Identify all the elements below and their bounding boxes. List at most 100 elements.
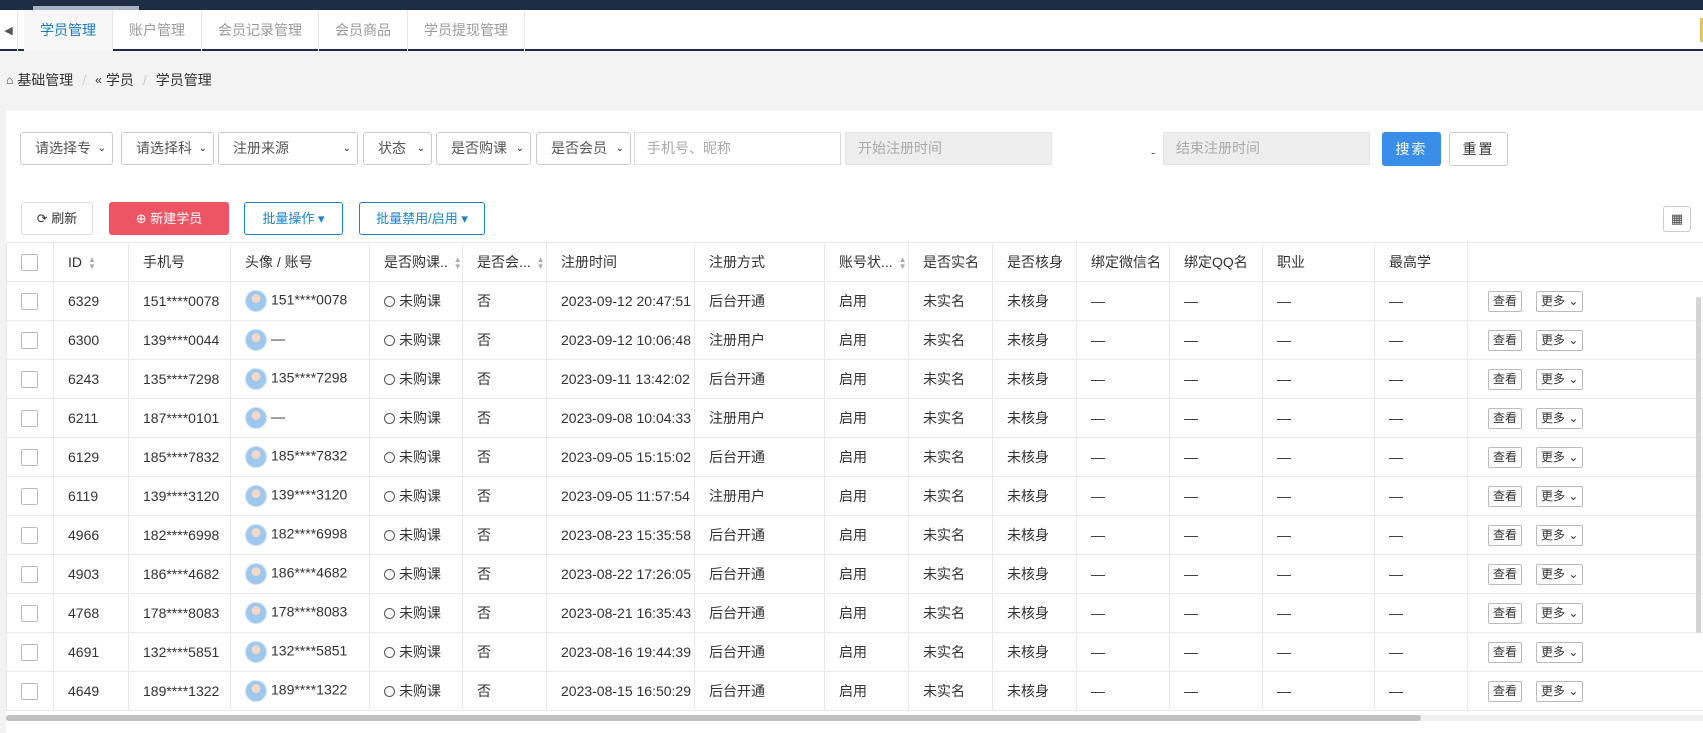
tab-0[interactable]: 学员管理 — [24, 10, 113, 51]
select-all-checkbox[interactable] — [21, 253, 38, 271]
cell-job: — — [1262, 320, 1375, 360]
more-dropdown-button[interactable]: 更多 ⌄ — [1536, 680, 1584, 702]
table-row[interactable]: 4966 182****6998 182****6998 未购课否 2023-08-23… — [6, 515, 1703, 555]
start-date-input[interactable]: 开始注册时间 — [845, 132, 1052, 165]
keyword-input[interactable]: 手机号、昵称 — [634, 132, 841, 165]
row-checkbox-cell — [6, 281, 54, 321]
cell-edu: — — [1374, 437, 1468, 477]
view-button[interactable]: 查看 — [1488, 563, 1523, 585]
major-select[interactable]: 请选择专 ⌄ — [20, 132, 113, 165]
table-row[interactable]: 6211 187****0101 — 未购课 否 2023-09-08 10:04:33 注… — [6, 398, 1703, 438]
table-row[interactable]: 6329 151****0078 151****0078 未购课否 2023-09-12… — [6, 281, 1703, 321]
sort-icon[interactable]: ▲ ▼ — [88, 256, 96, 271]
status-select[interactable]: 状态 ⌄ — [363, 132, 432, 165]
more-dropdown-button[interactable]: 更多 ⌄ — [1536, 290, 1584, 312]
column-header-id[interactable]: ID ▲ ▼ — [53, 242, 129, 282]
view-button[interactable]: 查看 — [1488, 641, 1523, 663]
column-header-account-status[interactable]: 账号状... ▲ ▼ — [824, 242, 909, 282]
more-dropdown-button[interactable]: 更多 ⌄ — [1536, 563, 1584, 585]
view-button[interactable]: 查看 — [1488, 329, 1523, 351]
tab-4[interactable]: 学员提现管理 — [408, 10, 525, 51]
cell-member: 否 — [462, 515, 547, 555]
more-dropdown-button[interactable]: 更多 ⌄ — [1536, 602, 1584, 624]
table-row[interactable]: 4903 186****4682 186****4682 未购课否 2023-08-22… — [6, 554, 1703, 594]
table-row[interactable]: 4768 178****8083 178****8083 未购课否 2023-08-21… — [6, 593, 1703, 633]
more-dropdown-button[interactable]: 更多 ⌄ — [1536, 485, 1584, 507]
cell-realname: 未实名 — [908, 515, 993, 555]
purchase-select[interactable]: 是否购课 ⌄ — [436, 132, 531, 165]
view-button[interactable]: 查看 — [1488, 602, 1523, 624]
cell-realname: 未实名 — [908, 398, 993, 438]
row-checkbox[interactable] — [21, 565, 38, 583]
tab-2[interactable]: 会员记录管理 — [202, 10, 319, 51]
row-checkbox[interactable] — [21, 604, 38, 622]
cell-member: 否 — [462, 398, 547, 438]
row-checkbox[interactable] — [21, 448, 38, 466]
view-button[interactable]: 查看 — [1488, 407, 1523, 429]
tab-1[interactable]: 账户管理 — [113, 10, 202, 51]
row-checkbox[interactable] — [21, 409, 38, 427]
view-button[interactable]: 查看 — [1488, 680, 1523, 702]
table-row[interactable]: 4691 132****5851 132****5851 未购课否 2023-08-16… — [6, 632, 1703, 672]
end-date-input[interactable]: 结束注册时间 — [1163, 132, 1370, 165]
sort-icon[interactable]: ▲ ▼ — [454, 256, 462, 271]
breadcrumb-item-student[interactable]: 学员 — [106, 70, 134, 90]
table-row[interactable]: 6119 139****3120 139****3120 未购课否 2023-09-05… — [6, 476, 1703, 516]
search-button[interactable]: 搜索 — [1382, 132, 1441, 166]
more-dropdown-button[interactable]: 更多 ⌄ — [1536, 407, 1584, 429]
breadcrumb-item-base[interactable]: 基础管理 — [17, 70, 73, 90]
subject-select[interactable]: 请选择科 ⌄ — [121, 132, 214, 165]
row-checkbox[interactable] — [21, 682, 38, 700]
batch-operation-button[interactable]: 批量操作 ▾ — [244, 202, 343, 235]
horizontal-scrollbar-thumb[interactable] — [6, 715, 1421, 721]
more-dropdown-button[interactable]: 更多 ⌄ — [1536, 524, 1584, 546]
view-button[interactable]: 查看 — [1488, 524, 1523, 546]
refresh-button[interactable]: ⟳ 刷新 — [21, 202, 93, 235]
more-dropdown-button[interactable]: 更多 ⌄ — [1536, 329, 1584, 351]
table-row[interactable]: 4649 189****1322 189****1322 未购课否 2023-08-15… — [6, 671, 1703, 711]
batch-ban-button[interactable]: 批量禁用/启用 ▾ — [359, 202, 485, 235]
cell-account: 135****7298 — [230, 359, 370, 399]
radio-circle-icon — [384, 608, 395, 619]
row-checkbox[interactable] — [21, 643, 38, 661]
more-dropdown-button[interactable]: 更多 ⌄ — [1536, 368, 1584, 390]
columns-toggle-icon[interactable]: ▦ — [1663, 206, 1691, 232]
register-source-select[interactable]: 注册来源 ⌄ — [218, 132, 358, 165]
member-select[interactable]: 是否会员 ⌄ — [536, 132, 631, 165]
row-checkbox[interactable] — [21, 292, 38, 310]
row-checkbox[interactable] — [21, 331, 38, 349]
more-dropdown-button[interactable]: 更多 ⌄ — [1536, 641, 1584, 663]
purchase-text: 未购课 — [399, 566, 441, 582]
purchase-text: 未购课 — [399, 293, 441, 309]
horizontal-scrollbar[interactable] — [6, 715, 1703, 721]
account-text: 186****4682 — [271, 564, 348, 581]
row-checkbox[interactable] — [21, 370, 38, 388]
reset-button[interactable]: 重置 — [1449, 132, 1508, 166]
cell-id: 6119 — [53, 476, 129, 516]
cell-phone: 132****5851 — [128, 632, 231, 672]
cell-wechat: — — [1076, 671, 1170, 711]
vertical-scrollbar[interactable] — [1696, 297, 1701, 633]
view-button[interactable]: 查看 — [1488, 368, 1523, 390]
new-student-button[interactable]: ⊕ 新建学员 — [109, 202, 229, 235]
view-button[interactable]: 查看 — [1488, 446, 1523, 468]
row-checkbox[interactable] — [21, 487, 38, 505]
cell-purchase: 未购课 — [369, 320, 463, 360]
batch-ban-label: 批量禁用/启用 — [376, 211, 458, 226]
cell-job: — — [1262, 437, 1375, 477]
purchase-text: 未购课 — [399, 449, 441, 465]
sort-icon[interactable]: ▲ ▼ — [537, 256, 545, 271]
column-header-purchase[interactable]: 是否购课.. ▲ ▼ — [369, 242, 463, 282]
sort-icon[interactable]: ▲ ▼ — [899, 256, 907, 271]
tab-scroll-left-icon[interactable]: ◀ — [0, 10, 18, 51]
row-checkbox[interactable] — [21, 526, 38, 544]
table-row[interactable]: 6129 185****7832 185****7832 未购课否 2023-09-05… — [6, 437, 1703, 477]
table-row[interactable]: 6243 135****7298 135****7298 未购课否 2023-09-11… — [6, 359, 1703, 399]
cell-id: 4649 — [53, 671, 129, 711]
view-button[interactable]: 查看 — [1488, 290, 1523, 312]
column-header-member[interactable]: 是否会... ▲ ▼ — [462, 242, 547, 282]
tab-3[interactable]: 会员商品 — [319, 10, 408, 51]
more-dropdown-button[interactable]: 更多 ⌄ — [1536, 446, 1584, 468]
view-button[interactable]: 查看 — [1488, 485, 1523, 507]
table-row[interactable]: 6300 139****0044 — 未购课 否 2023-09-12 10:06:48 注… — [6, 320, 1703, 360]
